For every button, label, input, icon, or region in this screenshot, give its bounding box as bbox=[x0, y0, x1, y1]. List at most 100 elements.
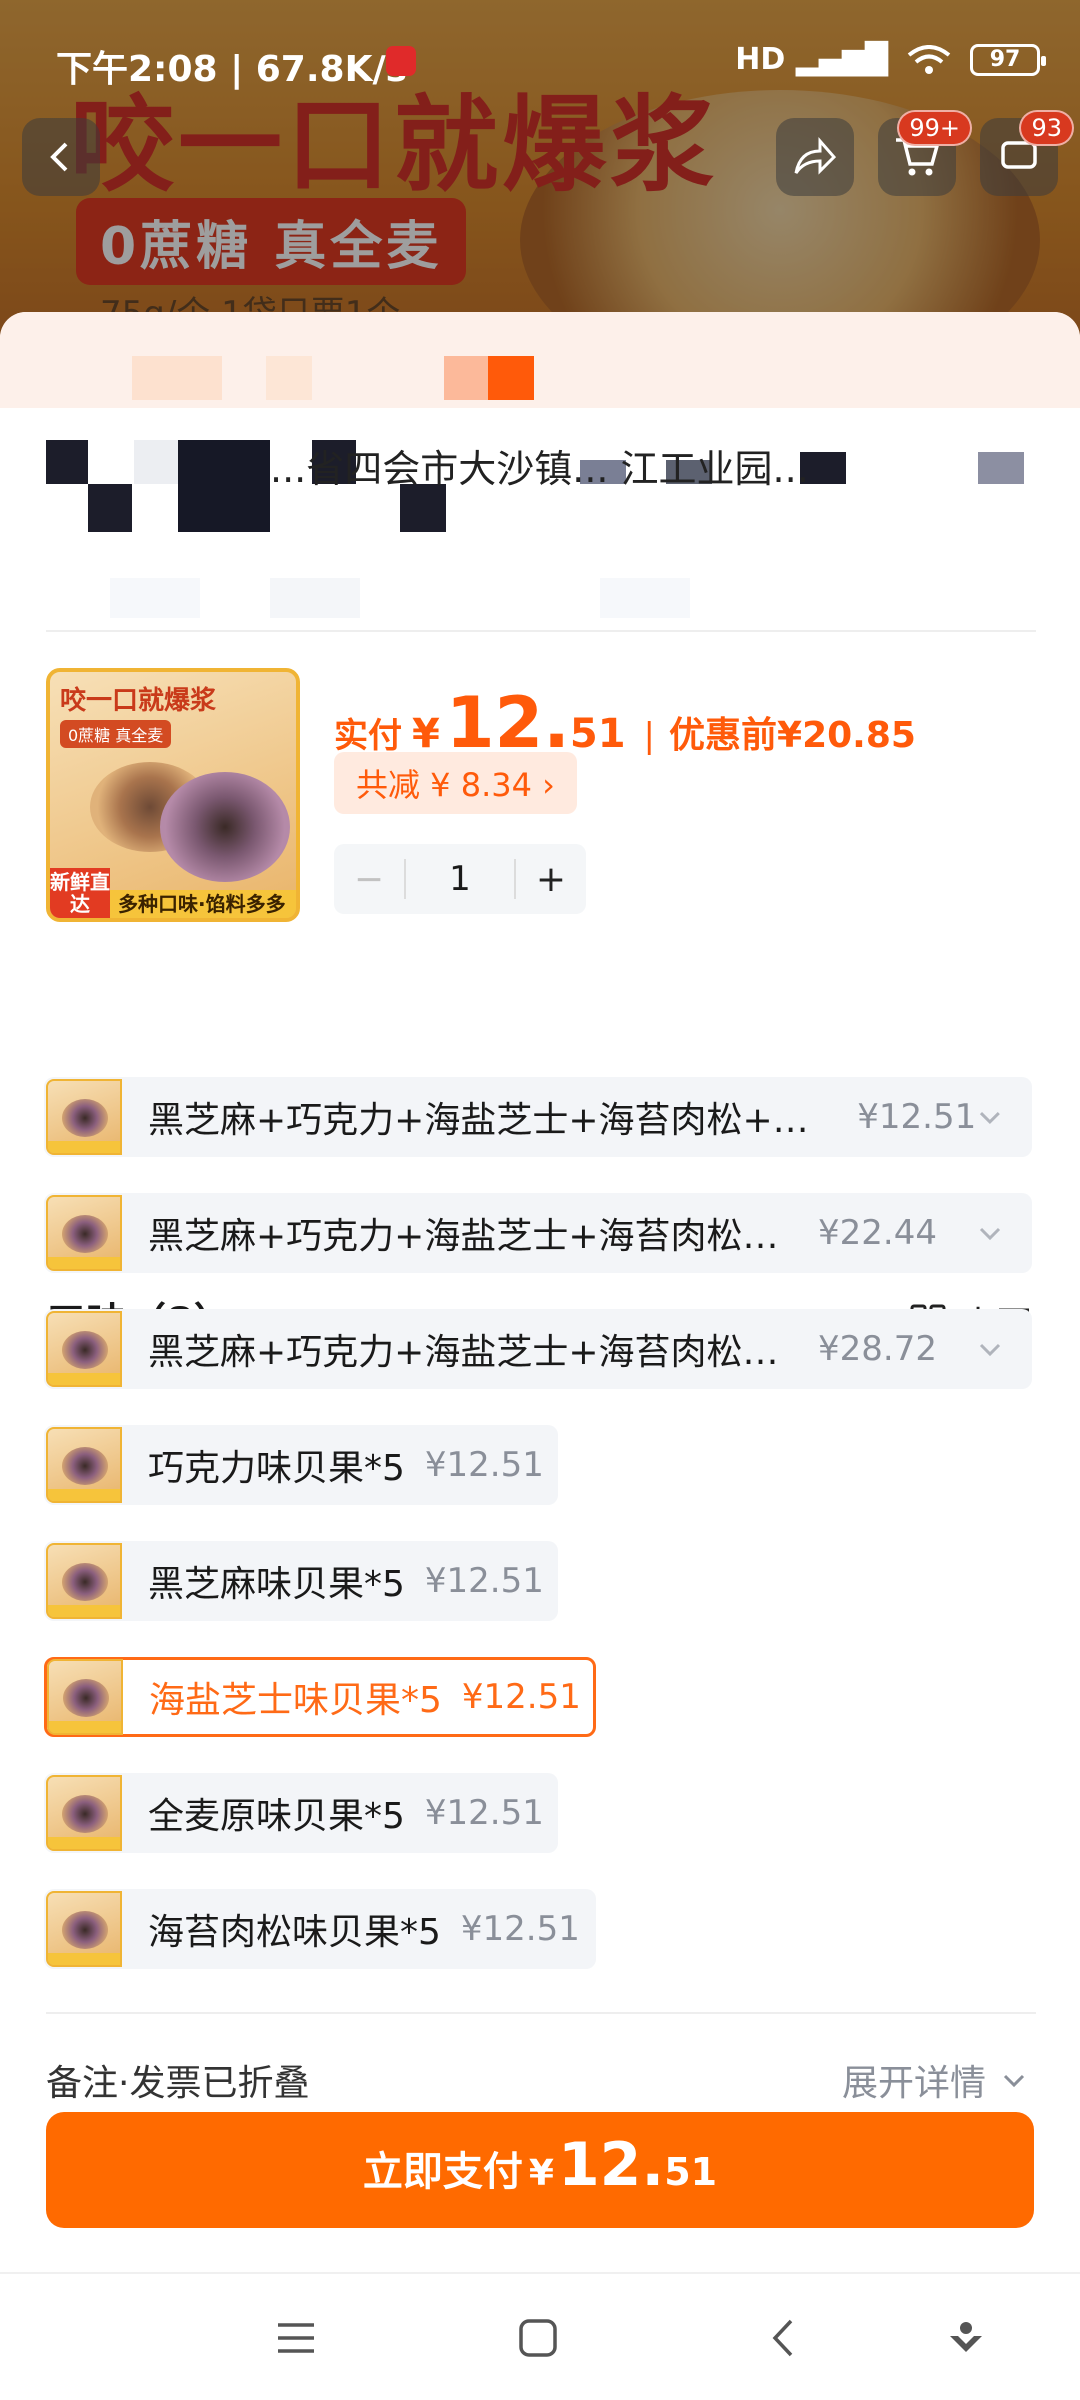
pay-now-button[interactable]: 立即支付 ¥ 12. 51 bbox=[46, 2112, 1034, 2228]
increase-button[interactable]: + bbox=[516, 844, 586, 914]
flavor-option[interactable]: 海苔肉松味贝果*5 ¥12.51 bbox=[44, 1889, 596, 1969]
chevron-left-icon bbox=[50, 142, 68, 172]
back-icon bbox=[772, 2319, 793, 2357]
menu-icon bbox=[278, 2323, 314, 2353]
flavor-option-selected[interactable]: 海盐芝士味贝果*5 ¥12.51 bbox=[44, 1657, 596, 1737]
battery-level: 97 bbox=[989, 46, 1021, 72]
assistant-button[interactable] bbox=[938, 2310, 994, 2366]
wifi-icon bbox=[907, 44, 951, 74]
thumb-footer: 多种口味·馅料多多 bbox=[110, 890, 296, 918]
chevron-down-icon bbox=[1003, 2074, 1025, 2088]
menu-button[interactable] bbox=[268, 2310, 324, 2366]
bagel-image bbox=[160, 772, 290, 882]
option-price: ¥12.51 bbox=[424, 1793, 544, 1833]
home-icon bbox=[519, 2319, 557, 2357]
redacted-block bbox=[270, 578, 360, 618]
delivery-address[interactable]: ...省四会市大沙镇... 江工业园... bbox=[270, 438, 809, 493]
redacted-block bbox=[978, 452, 1024, 484]
option-price: ¥12.51 bbox=[461, 1677, 581, 1717]
signal-icon: HD ▂▄▆█ bbox=[735, 42, 888, 77]
option-thumbnail bbox=[46, 1891, 122, 1967]
product-thumbnail[interactable]: 咬一口就爆浆 0蔗糖 真全麦 新鲜直达 多种口味·馅料多多 bbox=[46, 668, 300, 922]
quantity-value[interactable]: 1 bbox=[404, 859, 516, 899]
redacted-block bbox=[178, 440, 270, 532]
option-price: ¥28.72 bbox=[818, 1329, 937, 1369]
option-price: ¥12.51 bbox=[424, 1561, 544, 1601]
redacted-block bbox=[132, 356, 222, 400]
redacted-block bbox=[134, 440, 178, 484]
redacted-block bbox=[266, 356, 312, 400]
flavor-option[interactable]: 黑芝麻+巧克力+海盐芝士+海苔肉松+... ¥28.72 bbox=[44, 1309, 1032, 1389]
option-label: 海盐芝士味贝果*5 bbox=[149, 1680, 442, 1721]
option-thumbnail bbox=[46, 1079, 122, 1155]
system-navigation-bar bbox=[0, 2272, 1080, 2400]
option-label: 黑芝麻味贝果*5 bbox=[148, 1564, 405, 1605]
option-thumbnail bbox=[46, 1427, 122, 1503]
assistant-icon bbox=[950, 2322, 982, 2352]
option-label: 海苔肉松味贝果*5 bbox=[148, 1912, 441, 1953]
price-before: ¥20.85 bbox=[777, 715, 916, 756]
flavor-option[interactable]: 黑芝麻味贝果*5 ¥12.51 bbox=[44, 1541, 558, 1621]
back-nav-button[interactable] bbox=[756, 2310, 812, 2366]
option-thumbnail bbox=[47, 1659, 123, 1735]
pay-amount-decimal: 51 bbox=[664, 2150, 718, 2194]
redacted-block bbox=[46, 440, 88, 484]
cart-button[interactable]: 99+ bbox=[878, 110, 972, 196]
option-price: ¥12.51 bbox=[857, 1097, 977, 1137]
expand-label: 展开详情 bbox=[841, 2063, 986, 2104]
remark-invoice-label: 备注·发票已折叠 bbox=[46, 2063, 310, 2104]
option-label: 黑芝麻+巧克力+海盐芝士+海苔肉松+... bbox=[148, 1332, 798, 1373]
message-button[interactable]: 93 bbox=[980, 110, 1074, 196]
flavor-option[interactable]: 黑芝麻+巧克力+海盐芝士+海苔肉松+... ¥22.44 bbox=[44, 1193, 1032, 1273]
network-type: HD bbox=[735, 42, 786, 77]
app-notification-icon bbox=[386, 46, 416, 76]
pay-label: 实付 bbox=[334, 716, 402, 756]
price-before-label: 优惠前 bbox=[669, 715, 778, 756]
share-button[interactable] bbox=[776, 118, 854, 196]
option-price: ¥12.51 bbox=[460, 1909, 580, 1949]
pay-button-label: 立即支付 bbox=[362, 2149, 523, 2195]
option-label: 全麦原味贝果*5 bbox=[148, 1796, 405, 1837]
status-time: 下午2:08 | 67.8K/s bbox=[56, 49, 408, 90]
currency-symbol: ¥ bbox=[412, 711, 440, 757]
option-thumbnail bbox=[46, 1775, 122, 1851]
home-button[interactable] bbox=[510, 2310, 566, 2366]
cart-badge: 99+ bbox=[897, 110, 972, 146]
option-label: 巧克力味贝果*5 bbox=[148, 1448, 405, 1489]
flavor-option[interactable]: 全麦原味贝果*5 ¥12.51 bbox=[44, 1773, 558, 1853]
expand-details-button[interactable]: 展开详情 bbox=[842, 2054, 1028, 2106]
chevron-down-icon[interactable] bbox=[976, 1219, 1004, 1247]
option-label: 黑芝麻+巧克力+海盐芝士+海苔肉松+... bbox=[148, 1216, 798, 1257]
option-price: ¥12.51 bbox=[424, 1445, 544, 1485]
flavor-option[interactable]: 黑芝麻+巧克力+海盐芝士+海苔肉松+全... ¥12.51 bbox=[44, 1077, 1032, 1157]
price-decimal: 51 bbox=[569, 711, 626, 757]
option-thumbnail bbox=[46, 1195, 122, 1271]
pay-amount-integer: 12. bbox=[557, 2130, 665, 2200]
message-badge: 93 bbox=[1019, 110, 1074, 146]
pay-currency: ¥ bbox=[528, 2153, 554, 2194]
quantity-stepper[interactable]: − 1 + bbox=[334, 844, 586, 914]
fresh-badge: 新鲜直达 bbox=[50, 868, 110, 918]
option-price: ¥22.44 bbox=[818, 1213, 937, 1253]
separator: | bbox=[643, 716, 655, 756]
redacted-block bbox=[600, 578, 690, 618]
divider bbox=[46, 2012, 1036, 2014]
redacted-block bbox=[488, 356, 534, 400]
decrease-button[interactable]: − bbox=[334, 844, 404, 914]
discount-badge[interactable]: 共减 ¥ 8.34 › bbox=[334, 752, 577, 814]
status-bar: 下午2:08 | 67.8K/s HD ▂▄▆█ 97 bbox=[0, 0, 1080, 120]
divider bbox=[46, 630, 1036, 632]
flavor-option[interactable]: 巧克力味贝果*5 ¥12.51 bbox=[44, 1425, 558, 1505]
address-banner[interactable] bbox=[0, 312, 1080, 408]
option-thumbnail bbox=[46, 1311, 122, 1387]
back-button[interactable] bbox=[22, 118, 100, 196]
thumb-title: 咬一口就爆浆 bbox=[60, 686, 217, 716]
option-label: 黑芝麻+巧克力+海盐芝士+海苔肉松+全... bbox=[148, 1100, 838, 1141]
chevron-down-icon[interactable] bbox=[976, 1103, 1004, 1131]
thumb-tags: 0蔗糖 真全麦 bbox=[60, 720, 172, 748]
redacted-block bbox=[88, 484, 132, 532]
share-icon bbox=[794, 137, 837, 175]
chevron-down-icon[interactable] bbox=[976, 1335, 1004, 1363]
option-thumbnail bbox=[46, 1543, 122, 1619]
battery-icon: 97 bbox=[970, 43, 1046, 76]
